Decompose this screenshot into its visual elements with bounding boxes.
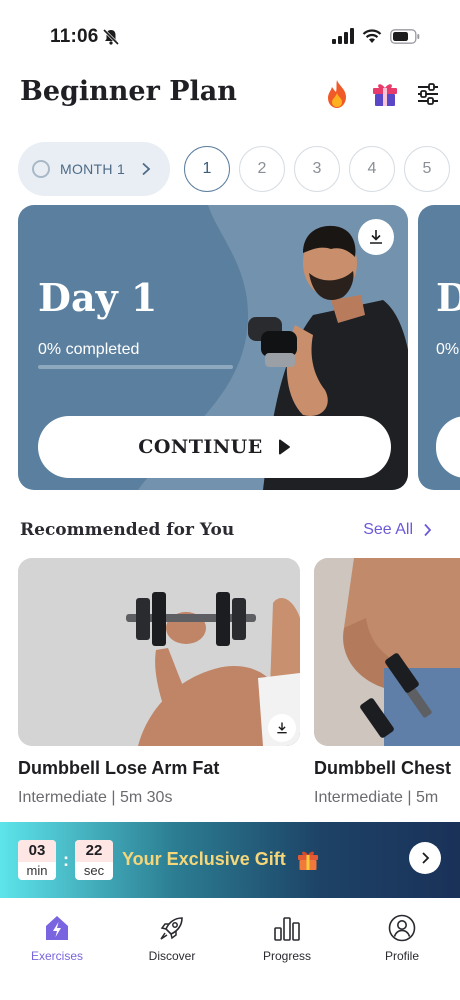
bell-muted-icon [102,28,120,46]
workout-title: Dumbbell Lose Arm Fat [18,758,220,778]
download-icon [370,230,382,244]
tab-progress[interactable]: Progress [242,912,332,963]
download-button[interactable] [358,219,394,255]
chevron-right-icon [424,523,432,537]
tab-exercises[interactable]: Exercises [12,912,102,963]
workout-card[interactable]: Dumbbell Lose Arm Fat Intermediate | 5m … [18,558,300,807]
progress-text: 0% completed [38,341,140,358]
timer-minutes-value: 03 [18,840,56,862]
wifi-icon [362,28,382,43]
sliders-icon [418,83,438,105]
next-day-continue-button[interactable] [436,416,460,478]
timer-minutes: 03 min [18,840,56,880]
page-title: Beginner Plan [20,76,237,107]
day-5-button[interactable]: 5 [404,146,450,192]
exercises-icon [41,912,73,944]
gift-button[interactable] [370,78,400,110]
day-1-button[interactable]: 1 [184,146,230,192]
download-icon [277,722,287,734]
profile-icon [386,912,418,944]
timer-seconds-value: 22 [75,840,113,862]
timer-seconds-unit: sec [83,863,105,878]
workout-meta: Intermediate | 5m [314,789,439,806]
tab-bar: Exercises Discover Progress Profile [0,898,460,1000]
bar-chart-icon [271,912,303,944]
status-indicators [332,28,420,44]
filter-button[interactable] [413,78,443,110]
streak-button[interactable] [322,78,352,110]
workout-title: Dumbbell Chest [314,758,452,778]
see-all-label: See All [363,521,413,538]
gift-open-button[interactable] [409,842,441,874]
battery-icon [390,28,420,44]
workout-card[interactable]: Dumbbell Chest Intermediate | 5m [314,558,460,807]
section-title: Recommended for You [20,520,235,540]
next-day-card[interactable]: D 0% [418,205,460,490]
timer-minutes-unit: min [26,863,48,878]
rocket-icon [156,912,188,944]
gift-text: Your Exclusive Gift [122,849,286,869]
timer-separator: : [63,850,69,870]
fire-icon [328,80,346,108]
day-card[interactable]: Day 1 0% completed CONTINUE [18,205,408,490]
timer-seconds: 22 sec [75,840,113,880]
workout-meta: Intermediate | 5m 30s [18,789,173,806]
tab-label: Profile [384,949,419,963]
continue-button[interactable]: CONTINUE [38,416,391,478]
download-button[interactable] [268,714,296,742]
workout-thumbnail [314,558,460,746]
tab-profile[interactable]: Profile [357,912,447,963]
next-day-title: D [436,275,460,320]
day-4-button[interactable]: 4 [349,146,395,192]
tab-label: Exercises [30,949,83,963]
signal-icon [332,28,354,44]
chevron-right-icon [142,162,151,176]
tab-label: Discover [148,949,196,963]
play-icon [278,439,290,455]
month-radio [32,160,50,178]
day-3-button[interactable]: 3 [294,146,340,192]
next-day-progress: 0% [436,341,460,358]
chevron-right-icon [421,852,429,864]
tab-discover[interactable]: Discover [127,912,217,963]
day-title: Day 1 [38,275,158,320]
status-bar: 11:06 [0,0,460,70]
tab-label: Progress [262,949,312,963]
month-selector[interactable]: MONTH 1 [18,142,170,196]
gift-icon [373,84,397,106]
dumbbell-arm-image [18,558,300,746]
day-2-button[interactable]: 2 [239,146,285,192]
gift-box-icon [298,851,318,870]
see-all-link[interactable]: See All [363,521,432,539]
status-time: 11:06 [50,26,99,47]
continue-label: CONTINUE [138,436,263,458]
progress-bar [38,365,233,369]
month-label: MONTH 1 [60,161,126,177]
dumbbell-chest-image [314,558,460,746]
workout-thumbnail [18,558,300,746]
